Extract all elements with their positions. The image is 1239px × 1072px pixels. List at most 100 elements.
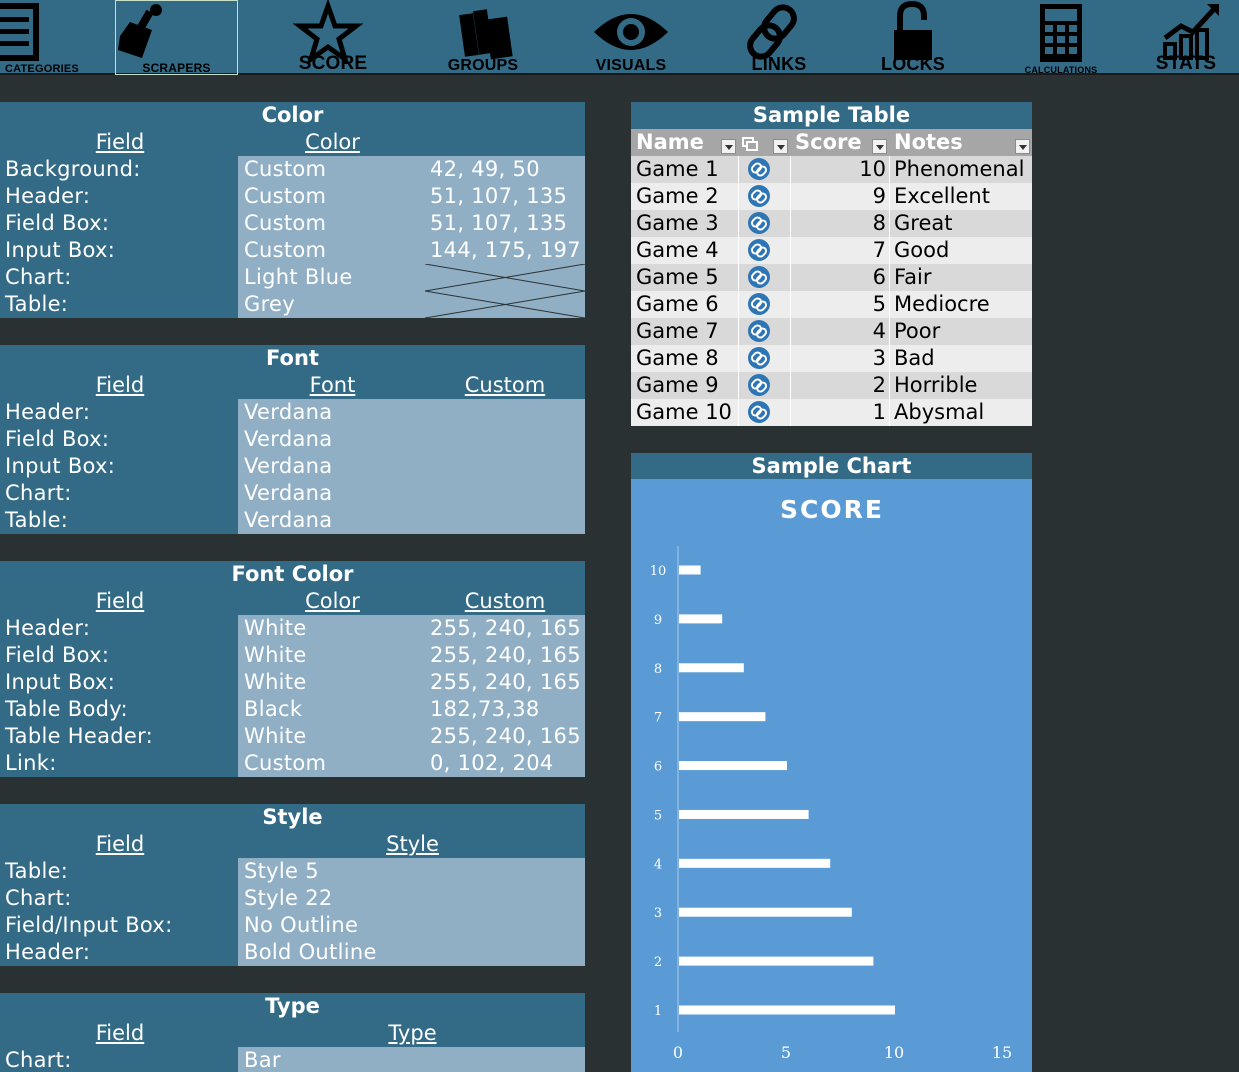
toolbar-groups-button[interactable]: GROUPS: [418, 0, 548, 75]
game-name-cell: Game 7: [636, 319, 719, 343]
column-divider: [889, 372, 890, 399]
setting-value[interactable]: Style 5: [244, 858, 319, 885]
toolbar-scrapers-button[interactable]: SCRAPERS: [115, 0, 238, 75]
link-icon[interactable]: [743, 237, 783, 264]
score-filter-button[interactable]: [872, 139, 887, 154]
setting-value[interactable]: Custom: [244, 750, 326, 777]
setting-value[interactable]: Verdana: [244, 453, 332, 480]
setting-value[interactable]: White: [244, 723, 307, 750]
custom-rgb-value[interactable]: 51, 107, 135: [430, 183, 567, 210]
link-icon[interactable]: [743, 318, 783, 345]
score-bar[interactable]: [679, 907, 852, 917]
score-bar-chart[interactable]: SCORE109876543210 5 10 15: [631, 479, 1032, 1072]
setting-value[interactable]: Verdana: [244, 426, 332, 453]
link-icon[interactable]: [743, 399, 783, 426]
score-bar[interactable]: [679, 956, 874, 966]
setting-row: Table Header: White 255, 240, 165: [0, 723, 585, 750]
setting-value[interactable]: Custom: [244, 156, 326, 183]
setting-value[interactable]: Verdana: [244, 399, 332, 426]
link-icon[interactable]: [743, 291, 783, 318]
setting-value[interactable]: Custom: [244, 237, 326, 264]
link-icon[interactable]: [743, 210, 783, 237]
score-bar[interactable]: [679, 712, 766, 722]
toolbar-categories-button[interactable]: CATEGORIES: [0, 0, 84, 75]
score-bar[interactable]: [679, 858, 831, 868]
setting-row: Background: Custom 42, 49, 50: [0, 156, 585, 183]
score-cell: 8: [872, 211, 886, 235]
custom-rgb-value[interactable]: 255, 240, 165: [430, 723, 581, 750]
setting-row: Input Box: White 255, 240, 165: [0, 669, 585, 696]
toolbar-locks-button[interactable]: LOCKS: [848, 0, 978, 75]
setting-value[interactable]: White: [244, 669, 307, 696]
score-bar[interactable]: [679, 761, 787, 771]
column-header-field: Field: [95, 130, 145, 154]
field-label: Table:: [5, 508, 69, 532]
field-label: Input Box:: [5, 238, 116, 262]
name-filter-button[interactable]: [721, 139, 736, 154]
custom-rgb-value[interactable]: 144, 175, 197: [430, 237, 581, 264]
toolbar-links-button[interactable]: LINKS: [714, 0, 844, 75]
link-icon[interactable]: [743, 183, 783, 210]
custom-rgb-value[interactable]: 0, 102, 204: [430, 750, 554, 777]
table-row: Game 1 10 Phenomenal: [631, 156, 1032, 183]
column-divider: [738, 345, 739, 372]
column-divider: [738, 210, 739, 237]
score-cell: 10: [859, 157, 886, 181]
setting-value[interactable]: Verdana: [244, 480, 332, 507]
custom-rgb-value[interactable]: 255, 240, 165: [430, 642, 581, 669]
setting-value[interactable]: Light Blue: [244, 264, 353, 291]
toolbar-visuals-button[interactable]: VISUALS: [566, 0, 696, 75]
notes-column-header: Notes: [894, 130, 963, 154]
link-filter-button[interactable]: [773, 139, 788, 154]
setting-row: Field/Input Box: No Outline: [0, 912, 585, 939]
notes-cell: Good: [894, 238, 950, 262]
toolbar-stats-button[interactable]: STATS: [1133, 0, 1239, 75]
column-divider: [889, 318, 890, 345]
link-icon[interactable]: [743, 156, 783, 183]
setting-row: Chart: Light Blue: [0, 263, 586, 292]
table-row: Game 7 4 Poor: [631, 318, 1032, 345]
custom-rgb-value[interactable]: 51, 107, 135: [430, 210, 567, 237]
column-header-color: Color: [305, 589, 360, 613]
link-icon[interactable]: [743, 264, 783, 291]
toolbar-label: STATS: [1155, 53, 1217, 74]
x-tick-label: 5: [781, 1043, 791, 1062]
setting-value[interactable]: Style 22: [244, 885, 333, 912]
link-icon[interactable]: [743, 345, 783, 372]
style-panel: Style Field Style Table: Style 5 Chart: Style …: [0, 804, 585, 966]
score-bar[interactable]: [679, 809, 809, 819]
score-bar[interactable]: [679, 614, 723, 624]
setting-value[interactable]: White: [244, 642, 307, 669]
setting-value[interactable]: Black: [244, 696, 302, 723]
custom-rgb-value[interactable]: 42, 49, 50: [430, 156, 540, 183]
y-tick-label: 6: [654, 760, 662, 775]
link-icon[interactable]: [743, 372, 783, 399]
toolbar-score-button[interactable]: SCORE: [268, 0, 398, 75]
table-row: Game 3 8 Great: [631, 210, 1032, 237]
custom-rgb-value[interactable]: 255, 240, 165: [430, 669, 581, 696]
input-box[interactable]: [238, 1047, 585, 1072]
setting-value[interactable]: Bar: [244, 1047, 281, 1072]
column-header-color: Color: [305, 130, 360, 154]
notes-cell: Great: [894, 211, 953, 235]
font-panel: Font Field Font Custom Header: Verdana Field B…: [0, 345, 585, 534]
setting-row: Field Box: Custom 51, 107, 135: [0, 210, 585, 237]
score-bar[interactable]: [679, 565, 701, 575]
toolbar-calculations-button[interactable]: CALCULATIONS: [996, 0, 1126, 75]
setting-row: Field Box: Verdana: [0, 426, 585, 453]
score-bar[interactable]: [679, 1005, 895, 1015]
custom-rgb-value[interactable]: 182,73,38: [430, 696, 540, 723]
setting-value[interactable]: Custom: [244, 183, 326, 210]
custom-rgb-value[interactable]: 255, 240, 165: [430, 615, 581, 642]
column-header-field: Field: [95, 1021, 145, 1045]
setting-value[interactable]: White: [244, 615, 307, 642]
setting-value[interactable]: Custom: [244, 210, 326, 237]
setting-value[interactable]: Verdana: [244, 507, 332, 534]
setting-value[interactable]: No Outline: [244, 912, 358, 939]
game-name-cell: Game 1: [636, 157, 719, 181]
setting-value[interactable]: Grey: [244, 291, 295, 318]
notes-filter-button[interactable]: [1015, 139, 1030, 154]
score-bar[interactable]: [679, 663, 744, 673]
setting-value[interactable]: Bold Outline: [244, 939, 377, 966]
column-divider: [738, 291, 739, 318]
